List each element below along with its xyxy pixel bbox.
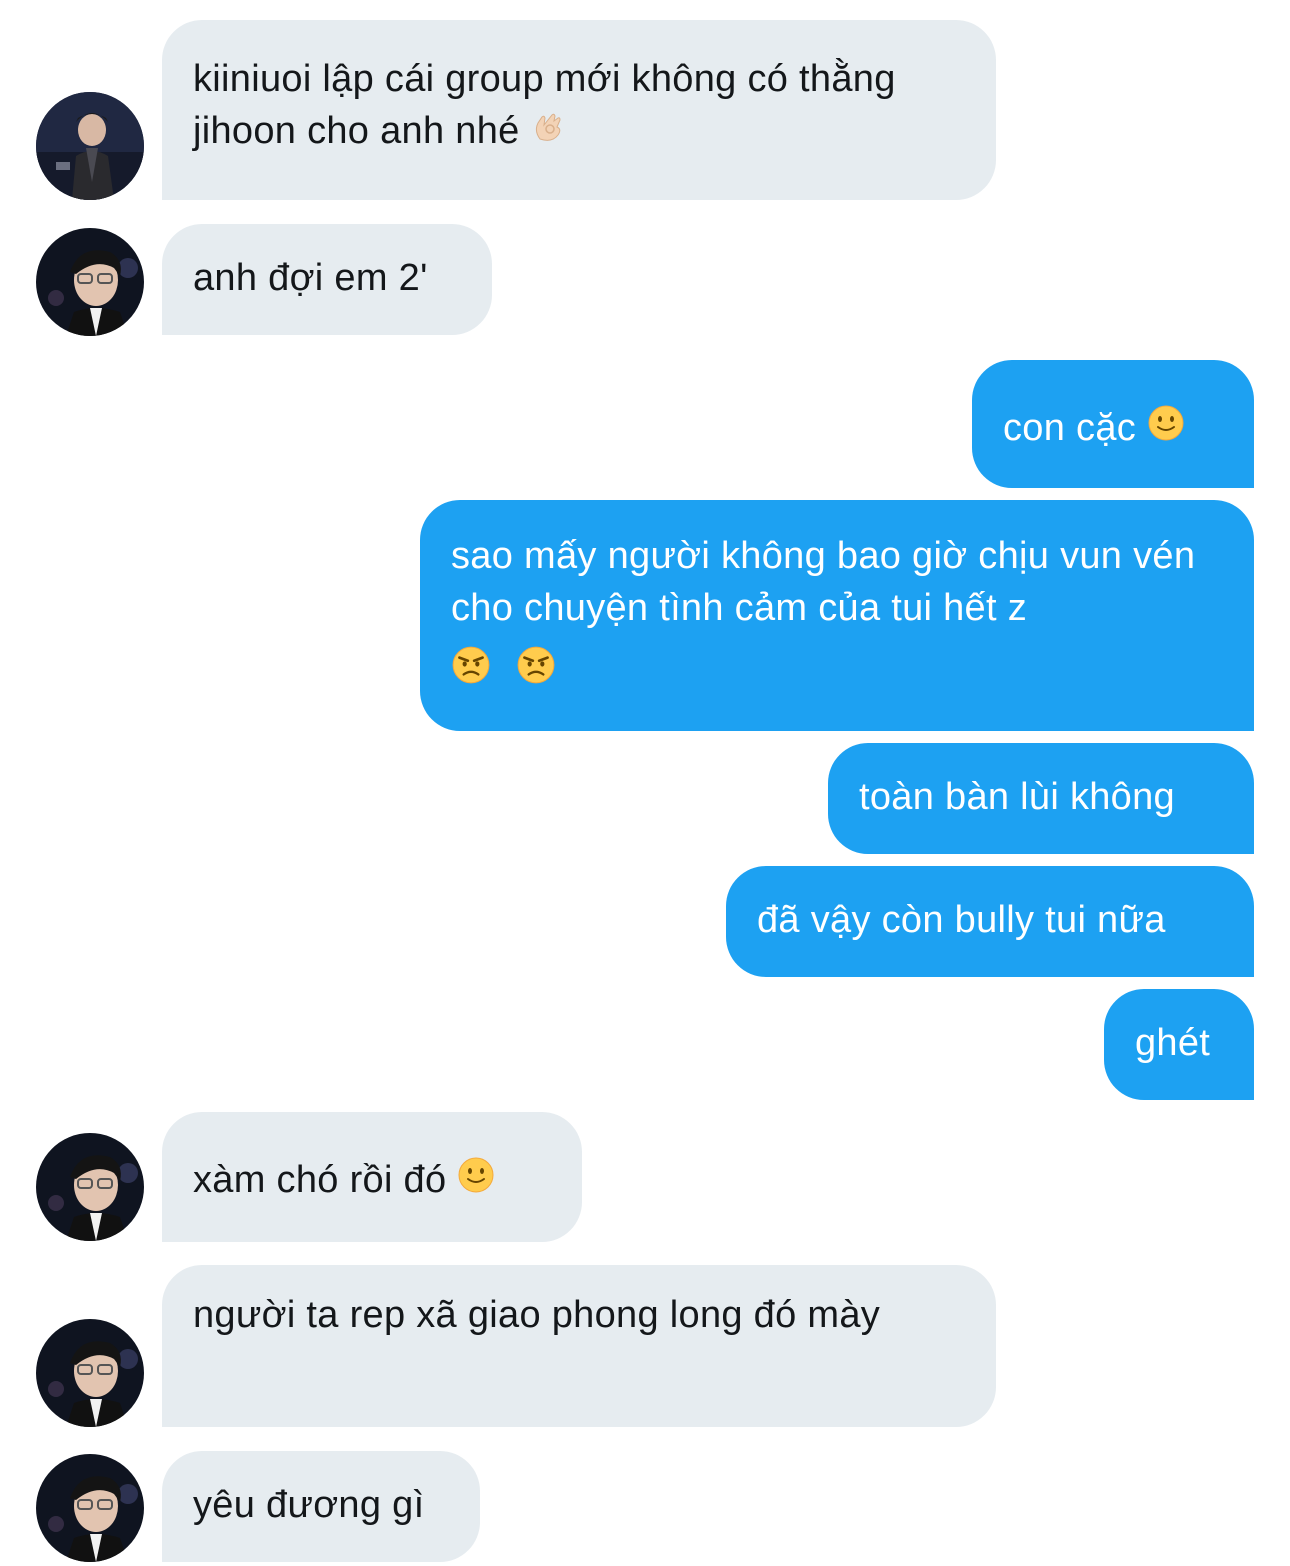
avatar-photo-icon [36, 1454, 144, 1562]
dm-conversation: { "messages": [ {"id": "m1", "direction"… [0, 0, 1290, 1566]
avatar-photo-icon [36, 228, 144, 336]
avatar-photo-icon [36, 92, 144, 200]
message-bubble-received[interactable]: anh đợi em 2' [162, 224, 492, 335]
message-bubble-received[interactable]: người ta rep xã giao phong long đó mày [162, 1265, 996, 1427]
message-text: đã vậy còn bully tui nữa [757, 899, 1166, 941]
ok-hand-emoji-icon [530, 107, 566, 159]
message-text: xàm chó rồi đó [193, 1159, 447, 1201]
message-bubble-sent[interactable]: toàn bàn lùi không [828, 743, 1254, 854]
slight-smile-emoji-icon [1147, 404, 1185, 456]
contact-avatar[interactable] [36, 1319, 144, 1427]
message-text: toàn bàn lùi không [859, 776, 1175, 818]
message-bubble-received[interactable]: kiiniuoi lập cái group mới không có thằn… [162, 20, 996, 200]
angry-face-emoji-icon [451, 645, 491, 699]
message-bubble-sent[interactable]: ghét [1104, 989, 1254, 1100]
message-bubble-received[interactable]: xàm chó rồi đó [162, 1112, 582, 1242]
contact-avatar[interactable] [36, 1454, 144, 1562]
angry-face-emoji-icon [516, 645, 556, 699]
contact-avatar[interactable] [36, 92, 144, 200]
emoji-row [451, 644, 1224, 694]
contact-avatar[interactable] [36, 228, 144, 336]
message-bubble-sent[interactable]: con cặc [972, 360, 1254, 488]
message-bubble-received[interactable]: yêu đương gì [162, 1451, 480, 1562]
contact-avatar[interactable] [36, 1133, 144, 1241]
message-text: sao mấy người không bao giờ chịu vun vén… [451, 535, 1196, 629]
avatar-photo-icon [36, 1133, 144, 1241]
slight-smile-emoji-icon [457, 1156, 495, 1208]
message-text: anh đợi em 2' [193, 257, 428, 299]
message-text: ghét [1135, 1022, 1211, 1064]
message-text: yêu đương gì [193, 1484, 425, 1526]
message-bubble-sent[interactable]: sao mấy người không bao giờ chịu vun vén… [420, 500, 1254, 731]
message-text: người ta rep xã giao phong long đó mày [193, 1294, 881, 1336]
avatar-photo-icon [36, 1319, 144, 1427]
message-text: con cặc [1003, 407, 1137, 449]
message-bubble-sent[interactable]: đã vậy còn bully tui nữa [726, 866, 1254, 977]
